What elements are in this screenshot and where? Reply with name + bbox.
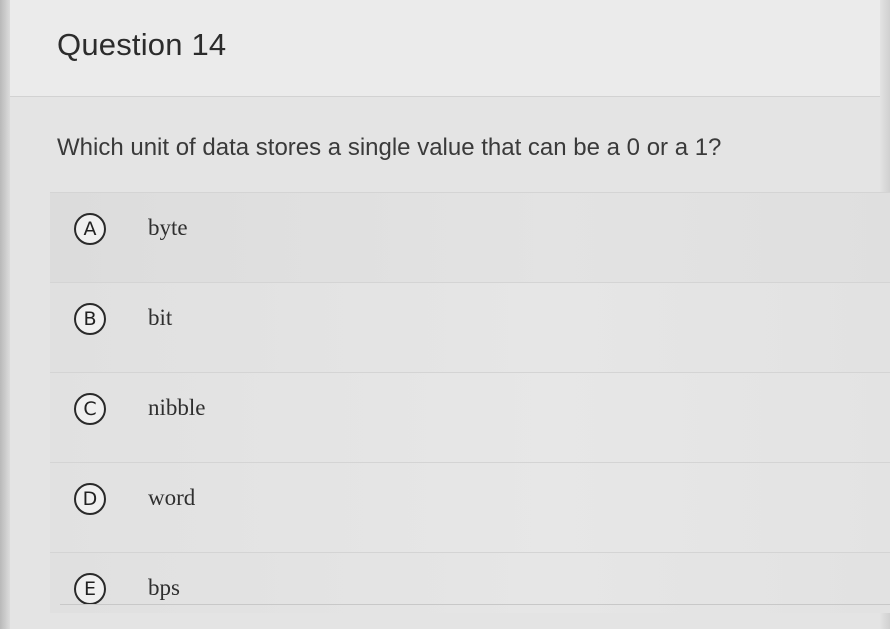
option-a-letter-badge: A <box>74 213 106 245</box>
option-a-label: byte <box>148 215 188 240</box>
answer-options: A byte B bit C nibble D word E bps <box>50 192 890 613</box>
option-e-letter-badge: E <box>74 573 106 605</box>
option-a[interactable]: A byte <box>50 192 890 282</box>
bottom-divider <box>60 604 890 605</box>
question-title: Question 14 <box>57 27 227 62</box>
option-b-label: bit <box>148 305 173 330</box>
option-b[interactable]: B bit <box>50 282 890 372</box>
question-header: Question 14 <box>10 0 880 97</box>
option-d-label: word <box>148 485 196 510</box>
option-e-label: bps <box>148 575 180 600</box>
option-d-letter-badge: D <box>74 483 106 515</box>
option-d[interactable]: D word <box>50 462 890 552</box>
option-c-letter-badge: C <box>74 393 106 425</box>
option-c-label: nibble <box>148 395 206 420</box>
question-prompt: Which unit of data stores a single value… <box>57 134 722 161</box>
screen-left-edge <box>0 0 10 629</box>
option-c[interactable]: C nibble <box>50 372 890 462</box>
option-b-letter-badge: B <box>74 303 106 335</box>
quiz-screen: Question 14 Which unit of data stores a … <box>0 0 890 629</box>
